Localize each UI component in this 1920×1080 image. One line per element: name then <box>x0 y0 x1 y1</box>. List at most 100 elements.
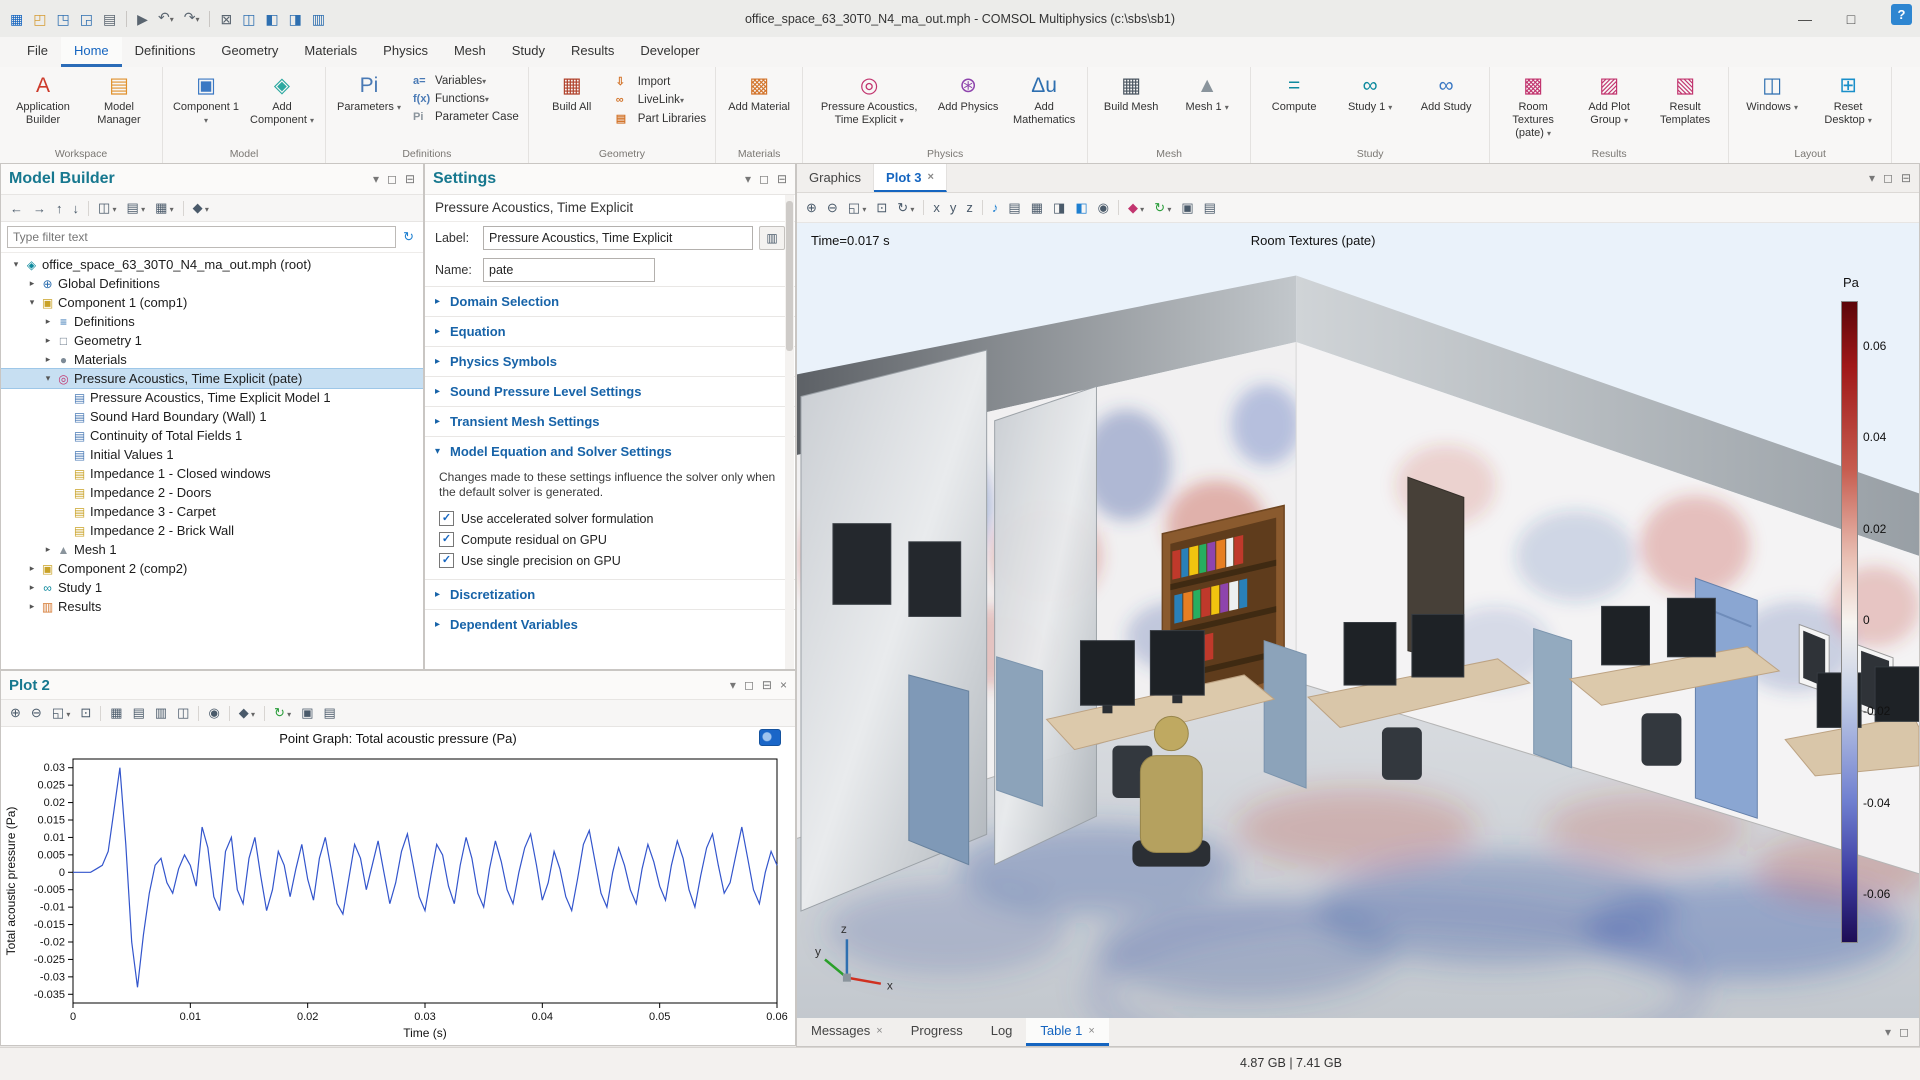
tree-impedance-1-closed-windows[interactable]: ▤ Impedance 1 - Closed windows <box>1 464 423 483</box>
zoom-in-icon[interactable]: ⊕ <box>7 704 24 722</box>
axis-y-icon[interactable]: y <box>947 199 960 216</box>
chevron-right-icon[interactable]: ▸ <box>25 278 39 289</box>
tree-impedance-2-brick-wall[interactable]: ▤ Impedance 2 - Brick Wall <box>1 521 423 540</box>
tab-plot-3[interactable]: Plot 3 × <box>874 164 947 192</box>
expand-levels-icon[interactable]: ▦ ▾ <box>152 199 177 217</box>
axis-x-icon[interactable]: x <box>930 199 943 216</box>
room-textures-button[interactable]: ▩ Room Textures (pate) ▾ <box>1495 70 1571 142</box>
redo-icon[interactable]: ↷▾ <box>184 9 200 28</box>
menu-results[interactable]: Results <box>558 37 627 67</box>
save-icon[interactable]: ◳ <box>56 11 69 27</box>
print-scene-icon[interactable]: ▤ <box>1201 199 1219 217</box>
panel-float-icon[interactable]: ◻ <box>387 172 397 186</box>
result-templates-button[interactable]: ▧ Result Templates <box>1647 70 1723 129</box>
print-plot-icon[interactable]: ▤ <box>321 704 339 722</box>
panel-float-icon[interactable]: ◻ <box>759 172 769 186</box>
transparency-icon[interactable]: ◧ <box>1072 199 1090 217</box>
menu-materials[interactable]: Materials <box>291 37 370 67</box>
tab-table-1[interactable]: Table 1 × <box>1026 1018 1109 1046</box>
tree-continuity-total-fields[interactable]: ▤ Continuity of Total Fields 1 <box>1 426 423 445</box>
settings-scrollbar[interactable] <box>785 195 794 669</box>
windows-button[interactable]: ◫ Windows ▾ <box>1734 70 1810 116</box>
tab-progress[interactable]: Progress <box>897 1018 977 1046</box>
build-all-button[interactable]: ▦ Build All <box>534 70 610 116</box>
livelink-button[interactable]: ∞ LiveLink ▾ <box>612 91 710 109</box>
chevron-right-icon[interactable]: ▸ <box>25 601 39 612</box>
zoom-out-icon[interactable]: ⊖ <box>824 199 841 217</box>
pressure-acoustics-time-explicit-button[interactable]: ◎ Pressure Acoustics, Time Explicit ▾ <box>808 70 930 129</box>
panel-float-icon[interactable]: ◻ <box>1899 1025 1909 1039</box>
scene-update-icon[interactable]: ↻ ▾ <box>1151 199 1174 217</box>
window-left-icon[interactable]: ◧ <box>265 11 278 27</box>
import-button[interactable]: ⇩ Import <box>612 72 710 91</box>
zoom-in-icon[interactable]: ⊕ <box>803 199 820 217</box>
chevron-down-icon[interactable]: ▾ <box>25 297 39 308</box>
sound-icon[interactable]: ♪ <box>989 199 1002 216</box>
chevron-right-icon[interactable]: ▸ <box>41 316 55 327</box>
lock-axes-icon[interactable]: ◉ <box>205 704 222 722</box>
menu-developer[interactable]: Developer <box>627 37 712 67</box>
lock-view-icon[interactable]: ◉ <box>1095 199 1112 217</box>
axis-limits-icon[interactable]: ▤ <box>130 704 148 722</box>
zoom-extents-icon[interactable]: ⊡ <box>873 199 890 217</box>
section-equation[interactable]: ▸ Equation <box>425 316 795 346</box>
scrollbar-thumb[interactable] <box>786 201 793 351</box>
mesh-1-button[interactable]: ▲ Mesh 1 ▾ <box>1169 70 1245 116</box>
move-up-icon[interactable]: ↑ <box>53 200 66 217</box>
chevron-right-icon[interactable]: ▸ <box>41 544 55 555</box>
tree-sound-hard-boundary[interactable]: ▤ Sound Hard Boundary (Wall) 1 <box>1 407 423 426</box>
snapshot-icon[interactable]: ▣ <box>298 704 316 722</box>
zoom-box-icon[interactable]: ◱ ▾ <box>845 199 870 217</box>
delete-icon[interactable]: ⊠ <box>220 11 232 27</box>
comsol-logo[interactable]: ▦ <box>10 11 23 27</box>
panel-float-icon[interactable]: ◻ <box>1883 171 1893 185</box>
section-model-equation-solver-settings[interactable]: ▾ Model Equation and Solver Settings <box>425 436 795 466</box>
part-libraries-button[interactable]: ▤ Part Libraries <box>612 109 710 128</box>
label-input[interactable] <box>483 226 753 250</box>
show-options-icon[interactable]: ◫ ▾ <box>95 199 120 217</box>
forward-icon[interactable]: → <box>30 200 49 217</box>
section-discretization[interactable]: ▸ Discretization <box>425 579 795 609</box>
compute-button[interactable]: = Compute <box>1256 70 1332 116</box>
default-view-icon[interactable]: ↻ ▾ <box>894 199 917 217</box>
functions-button[interactable]: f(x) Functions ▾ <box>409 90 523 108</box>
comsol-branding-button[interactable] <box>759 729 781 746</box>
checkbox-accelerated-solver[interactable]: ✓ Use accelerated solver formulation <box>439 508 783 529</box>
add-study-button[interactable]: ∞ Add Study <box>1408 70 1484 116</box>
zoom-box-icon[interactable]: ◱ ▾ <box>49 704 74 722</box>
tree-pate-model-1[interactable]: ▤ Pressure Acoustics, Time Explicit Model… <box>1 388 423 407</box>
axis-z-icon[interactable]: z <box>963 199 976 216</box>
filter-refresh-icon[interactable]: ↻ <box>400 228 417 246</box>
copy-window-icon[interactable]: ◫ <box>242 11 255 27</box>
tree-impedance-3-carpet[interactable]: ▤ Impedance 3 - Carpet <box>1 502 423 521</box>
application-builder-button[interactable]: A Application Builder <box>5 70 81 129</box>
chevron-down-icon[interactable]: ▾ <box>9 259 23 270</box>
section-domain-selection[interactable]: ▸ Domain Selection <box>425 286 795 316</box>
tab-log[interactable]: Log <box>977 1018 1027 1046</box>
menu-home[interactable]: Home <box>60 37 122 67</box>
rename-button[interactable]: ▥ <box>759 226 785 250</box>
parameters-button[interactable]: Pi Parameters ▾ <box>331 70 407 116</box>
reset-desktop-button[interactable]: ⊞ Reset Desktop ▾ <box>1810 70 1886 129</box>
color-theme-icon[interactable]: ◆ ▾ <box>1125 199 1147 217</box>
filter-input[interactable] <box>7 226 397 248</box>
image-export-icon[interactable]: ◆ ▾ <box>236 704 258 722</box>
tab-messages[interactable]: Messages × <box>797 1018 897 1046</box>
add-physics-button[interactable]: ⊛ Add Physics <box>930 70 1006 116</box>
name-input[interactable] <box>483 258 655 282</box>
graphics-canvas[interactable]: z y x Time=0.017 s Room Textures (pate) … <box>797 223 1919 1020</box>
panel-pin-icon[interactable]: ⊟ <box>762 678 772 692</box>
close-icon[interactable]: × <box>927 171 933 183</box>
parameter-case-button[interactable]: Pi Parameter Case <box>409 108 523 126</box>
panel-pin-icon[interactable]: ⊟ <box>405 172 415 186</box>
tree-initial-values[interactable]: ▤ Initial Values 1 <box>1 445 423 464</box>
model-manager-button[interactable]: ▤ Model Manager <box>81 70 157 129</box>
legends-icon[interactable]: ▥ <box>152 704 170 722</box>
tree-study-1[interactable]: ▸ ∞ Study 1 <box>1 578 423 597</box>
close-icon[interactable]: × <box>1088 1025 1094 1037</box>
chevron-down-icon[interactable]: ▾ <box>41 373 55 384</box>
grid-icon[interactable]: ▦ <box>1028 199 1046 217</box>
panel-close-icon[interactable]: × <box>780 678 787 692</box>
tab-graphics[interactable]: Graphics <box>797 164 875 192</box>
tree-root[interactable]: ▾ ◈ office_space_63_30T0_N4_ma_out.mph (ro… <box>1 255 423 274</box>
